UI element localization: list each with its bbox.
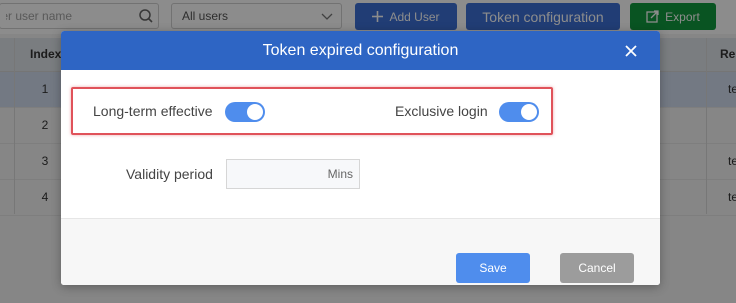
exclusive-login-toggle[interactable] [499, 102, 539, 122]
dialog-body: Long-term effective Exclusive login Vali… [61, 70, 660, 285]
token-config-dialog: Token expired configuration Long-term ef… [61, 31, 660, 285]
cancel-button[interactable]: Cancel [560, 253, 634, 283]
toggle-knob [521, 104, 537, 120]
validity-period-input[interactable] [227, 160, 321, 190]
toggle-knob [247, 104, 263, 120]
long-term-effective-toggle[interactable] [225, 102, 265, 122]
save-button[interactable]: Save [456, 253, 530, 283]
close-icon[interactable] [624, 44, 638, 58]
validity-period-field[interactable]: Mins [226, 159, 360, 190]
dialog-title: Token expired configuration [262, 42, 459, 59]
exclusive-login-label: Exclusive login [395, 103, 488, 119]
validity-unit: Mins [327, 167, 353, 181]
dialog-header: Token expired configuration [61, 31, 660, 70]
long-term-effective-label: Long-term effective [93, 103, 213, 119]
validity-period-label: Validity period [126, 166, 213, 182]
